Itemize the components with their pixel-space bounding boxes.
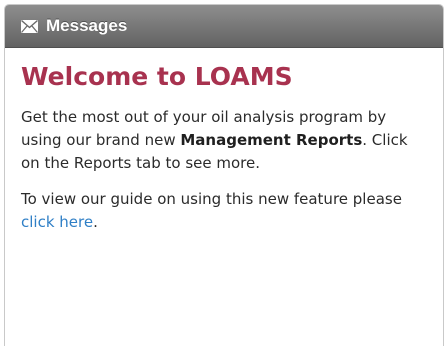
management-reports-emphasis: Management Reports [180,131,363,149]
messages-panel: Messages Welcome to LOAMS Get the most o… [4,4,444,346]
panel-body: Welcome to LOAMS Get the most out of you… [5,48,443,234]
welcome-heading: Welcome to LOAMS [21,62,293,91]
guide-paragraph: To view our guide on using this new feat… [21,188,427,234]
envelope-icon [21,19,38,33]
click-here-link[interactable]: click here [21,213,93,231]
panel-title: Messages [46,16,128,35]
guide-text-before: To view our guide on using this new feat… [21,190,402,208]
panel-header: Messages [5,5,443,48]
intro-paragraph: Get the most out of your oil analysis pr… [21,106,427,175]
guide-text-after: . [93,213,98,231]
